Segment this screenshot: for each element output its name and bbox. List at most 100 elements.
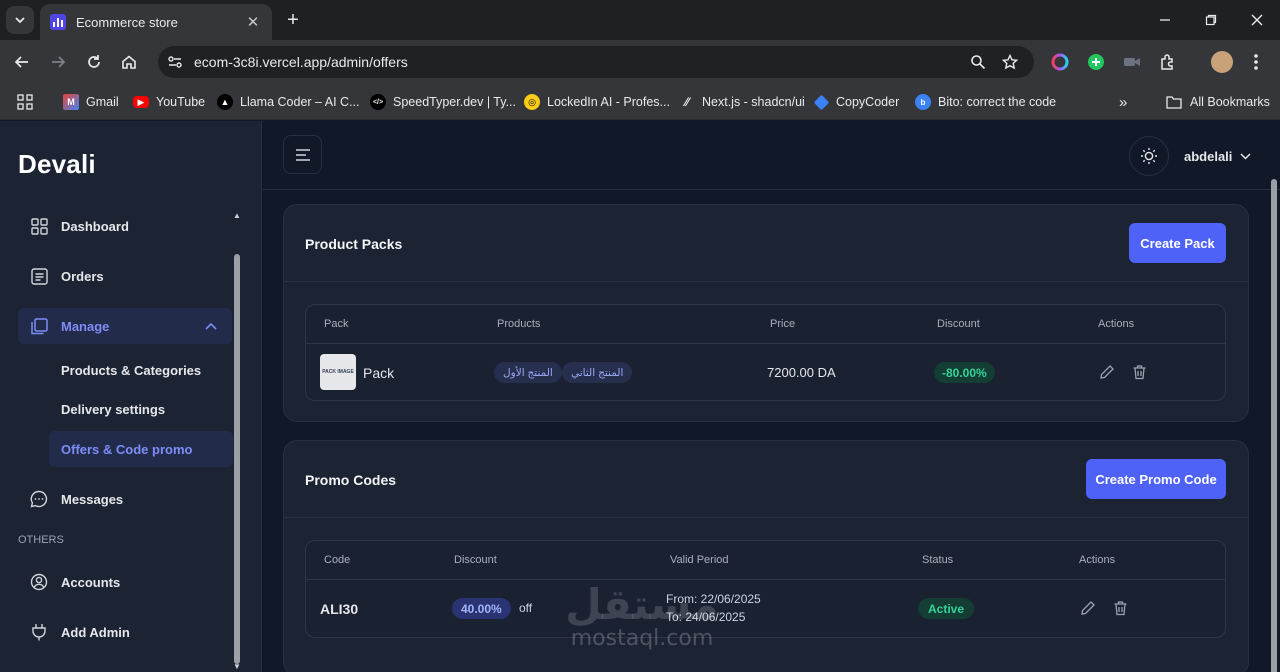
valid-to: To: 24/06/2025 <box>666 610 746 624</box>
discount-badge: -80.00% <box>934 362 995 383</box>
apps-grid-icon[interactable] <box>17 92 33 112</box>
card-title: Promo Codes <box>305 472 397 488</box>
bookmark-speedtyper[interactable]: </> SpeedTyper.dev | Ty... <box>370 92 516 112</box>
color-extension-icon[interactable] <box>1050 52 1070 72</box>
pack-image: PACK IMAGE <box>320 354 356 390</box>
store-favicon-icon <box>50 14 66 30</box>
add-extension-icon[interactable] <box>1086 52 1106 72</box>
sidebar-item-label: Manage <box>61 318 110 334</box>
bookmarks-overflow-button[interactable]: » <box>1119 92 1127 112</box>
bito-icon: b <box>915 94 931 110</box>
sidebar-subitem-offers-code-promo[interactable]: Offers & Code promo <box>49 431 233 467</box>
address-bar[interactable]: ecom-3c8i.vercel.app/admin/offers <box>158 46 1034 78</box>
minimize-icon <box>1160 19 1170 21</box>
chevron-down-icon <box>1240 153 1251 160</box>
delete-trash-icon[interactable] <box>1111 599 1129 617</box>
pack-price: 7200.00 DA <box>767 365 836 380</box>
bookmark-youtube[interactable]: ▶ YouTube <box>133 92 205 112</box>
edit-pencil-icon[interactable] <box>1098 363 1116 381</box>
overflow-chevron-icon: » <box>1119 93 1128 111</box>
chevron-up-icon <box>205 322 217 330</box>
reload-button[interactable] <box>81 49 107 75</box>
bookmarks-bar: M Gmail ▶ YouTube ▲ Llama Coder – AI C..… <box>0 84 1280 120</box>
bookmark-label: LockedIn AI - Profes... <box>547 95 670 109</box>
bookmark-lockedin[interactable]: ◎ LockedIn AI - Profes... <box>524 92 670 112</box>
video-camera-icon[interactable] <box>1122 52 1142 72</box>
bookmark-gmail[interactable]: M Gmail <box>63 92 119 112</box>
sidebar-item-messages[interactable]: Messages <box>18 481 232 517</box>
column-header-actions: Actions <box>1098 318 1135 330</box>
plug-icon <box>30 623 48 641</box>
table-header: Pack Products Price Discount Actions <box>306 305 1225 344</box>
sidebar-item-dashboard[interactable]: Dashboard <box>18 208 232 244</box>
theme-toggle-button[interactable] <box>1129 136 1169 176</box>
all-bookmarks-label: All Bookmarks <box>1190 95 1270 109</box>
user-menu[interactable]: abdelali <box>1184 149 1251 164</box>
sidebar-item-label: Orders <box>61 268 104 284</box>
bookmark-label: Llama Coder – AI C... <box>240 95 360 109</box>
status-badge: Active <box>918 598 975 619</box>
delete-trash-icon[interactable] <box>1130 363 1148 381</box>
table-header: Code Discount Valid Period Status Action… <box>306 541 1225 580</box>
promo-discount-badge: 40.00% <box>452 598 511 619</box>
bookmark-copycoder[interactable]: CopyCoder <box>813 92 900 112</box>
sidebar-scroll-up-icon[interactable]: ▲ <box>232 212 242 220</box>
close-tab-icon[interactable]: ✕ <box>244 13 262 31</box>
packs-table: Pack Products Price Discount Actions PAC… <box>305 304 1226 401</box>
sidebar-item-label: Messages <box>61 491 124 507</box>
top-header: abdelali <box>263 121 1280 190</box>
bookmark-llama-coder[interactable]: ▲ Llama Coder – AI C... <box>217 92 360 112</box>
promo-codes-card: Promo Codes Create Promo Code Code Disco… <box>283 440 1249 672</box>
back-button[interactable] <box>9 49 35 75</box>
create-promo-code-button[interactable]: Create Promo Code <box>1086 459 1226 499</box>
new-tab-button[interactable]: + <box>282 9 304 31</box>
bookmark-label: SpeedTyper.dev | Ty... <box>393 95 516 109</box>
restore-button[interactable] <box>1188 0 1234 40</box>
more-menu-icon[interactable] <box>1246 52 1266 72</box>
site-info-icon[interactable] <box>166 53 184 71</box>
url-text: ecom-3c8i.vercel.app/admin/offers <box>194 54 408 70</box>
brand-logo: Devali <box>18 149 96 179</box>
forward-button[interactable] <box>45 49 71 75</box>
bookmark-bito[interactable]: b Bito: correct the code <box>915 92 1056 112</box>
sidebar-scrollbar[interactable] <box>234 254 240 664</box>
sidebar-item-label: Dashboard <box>61 218 129 234</box>
sidebar-item-add-admin[interactable]: Add Admin <box>18 614 232 650</box>
all-bookmarks-button[interactable]: All Bookmarks <box>1166 92 1270 112</box>
close-window-button[interactable] <box>1234 0 1280 40</box>
product-chip: المنتج الأول <box>494 362 562 383</box>
card-header: Promo Codes Create Promo Code <box>284 441 1248 518</box>
lockedin-icon: ◎ <box>524 94 540 110</box>
main-scrollbar[interactable] <box>1271 179 1277 672</box>
product-chip: المنتج الثاني <box>562 362 633 383</box>
sidebar-subitem-delivery-settings[interactable]: Delivery settings <box>49 391 233 427</box>
create-pack-button[interactable]: Create Pack <box>1129 223 1226 263</box>
zoom-search-icon[interactable] <box>968 52 988 72</box>
bookmark-label: YouTube <box>156 95 206 109</box>
llama-coder-icon: ▲ <box>217 94 233 110</box>
column-header-products: Products <box>497 318 541 330</box>
sidebar-item-manage[interactable]: Manage <box>18 308 232 344</box>
browser-tab[interactable]: Ecommerce store ✕ <box>40 4 272 40</box>
tab-search-button[interactable] <box>6 6 34 34</box>
bookmark-star-icon[interactable] <box>1000 52 1020 72</box>
profile-avatar[interactable] <box>1211 51 1233 73</box>
sidebar-scroll-down-icon[interactable]: ▼ <box>232 663 242 671</box>
browser-toolbar: ecom-3c8i.vercel.app/admin/offers <box>0 40 1280 84</box>
sidebar-toggle-button[interactable] <box>283 135 322 174</box>
bookmark-label: Gmail <box>86 95 119 109</box>
edit-pencil-icon[interactable] <box>1079 599 1097 617</box>
sidebar-item-orders[interactable]: Orders <box>18 258 232 294</box>
valid-from: From: 22/06/2025 <box>666 592 761 606</box>
menu-icon <box>295 148 310 161</box>
sidebar-subitem-products-categories[interactable]: Products & Categories <box>49 352 233 388</box>
sidebar-item-accounts[interactable]: Accounts <box>18 564 232 600</box>
column-header-status: Status <box>922 554 954 566</box>
minimize-button[interactable] <box>1142 0 1188 40</box>
user-name: abdelali <box>1184 149 1233 164</box>
column-header-valid-period: Valid Period <box>670 554 729 566</box>
bookmark-shadcn[interactable]: ⁄⁄ Next.js - shadcn/ui <box>679 92 805 112</box>
home-button[interactable] <box>116 49 142 75</box>
bookmark-label: CopyCoder <box>836 95 900 109</box>
extensions-puzzle-icon[interactable] <box>1158 52 1178 72</box>
